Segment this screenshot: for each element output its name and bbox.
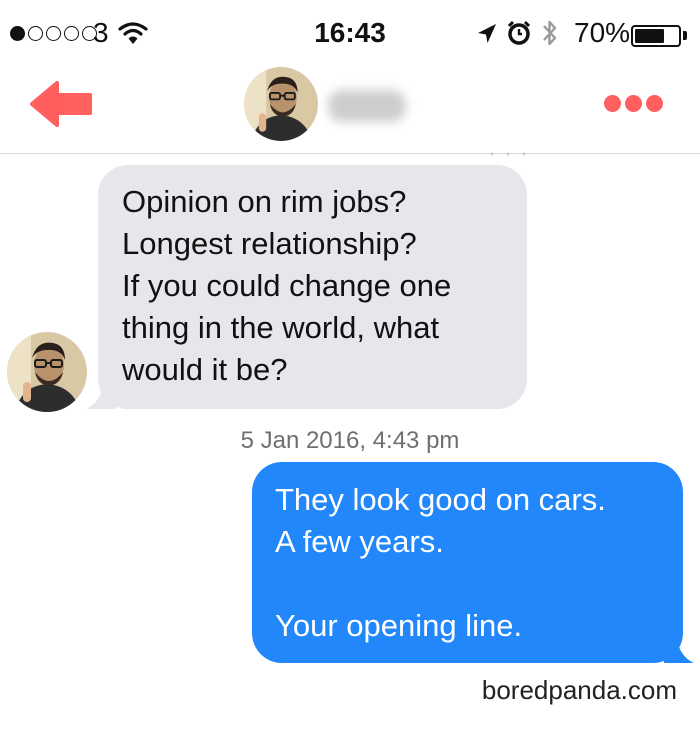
- avatar[interactable]: [244, 67, 318, 141]
- message-line: If you could change one: [122, 268, 452, 303]
- message-line: A few years.: [275, 524, 444, 559]
- battery-cap: [683, 31, 687, 40]
- battery-percentage: 70%: [574, 17, 631, 48]
- sender-avatar[interactable]: [7, 332, 87, 412]
- outgoing-message-bubble[interactable]: They look good on cars. A few years. You…: [252, 462, 694, 663]
- message-line: Your opening line.: [275, 608, 523, 643]
- message-line: Longest relationship?: [122, 226, 417, 261]
- message-line: They look good on cars.: [275, 482, 606, 517]
- message-line: thing in the world, what: [122, 310, 440, 345]
- chat-header: [0, 66, 700, 154]
- message-timestamp: 5 Jan 2016, 4:43 pm: [240, 427, 460, 454]
- back-arrow-icon[interactable]: [30, 79, 94, 134]
- more-dots-icon[interactable]: [604, 95, 663, 112]
- message-line: Opinion on rim jobs?: [122, 184, 407, 219]
- status-bar: 3 16:43 70%: [0, 0, 700, 66]
- incoming-message-bubble[interactable]: Opinion on rim jobs? Longest relationshi…: [86, 165, 527, 409]
- contact-name-blurred: [328, 90, 406, 122]
- message-line: would it be?: [122, 352, 288, 387]
- alarm-icon: [506, 20, 532, 51]
- location-icon: [476, 22, 498, 51]
- battery-icon: [631, 25, 681, 47]
- watermark: boredpanda.com: [481, 675, 677, 705]
- bluetooth-icon: [540, 18, 560, 53]
- header-divider-mark: [490, 152, 526, 156]
